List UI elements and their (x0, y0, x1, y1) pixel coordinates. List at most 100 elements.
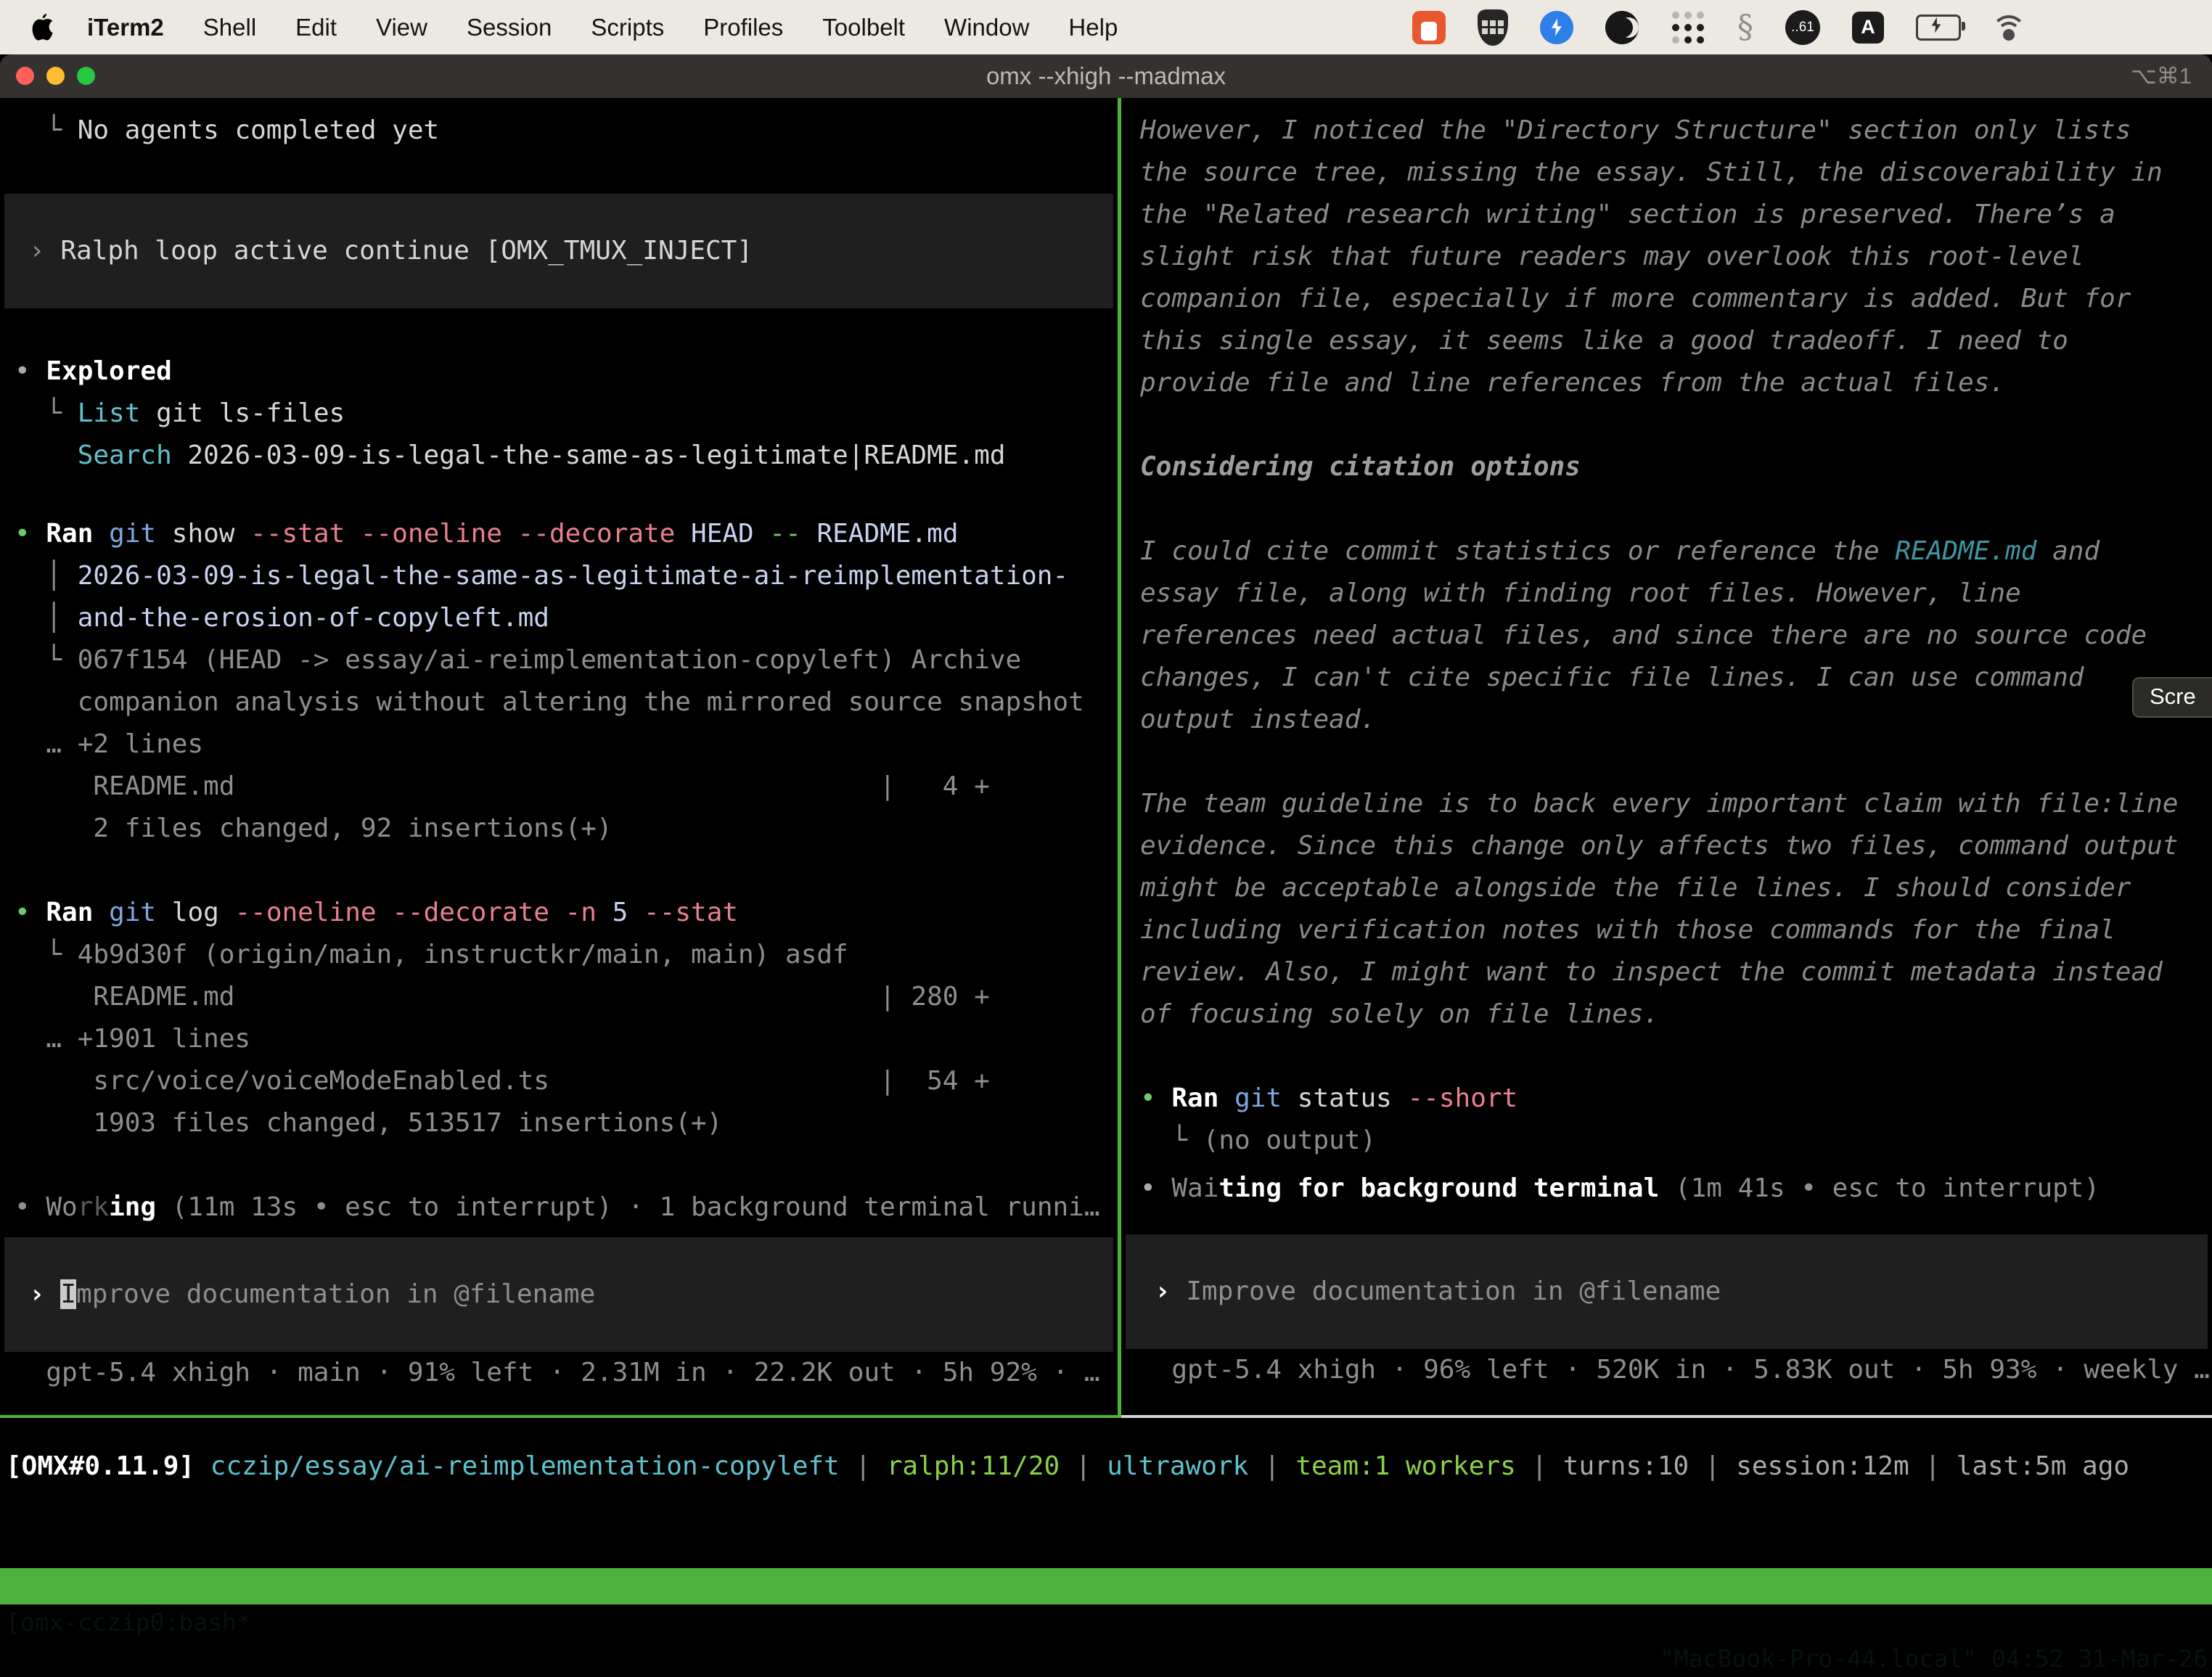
terminal-line: • Ran git show --stat --oneline --decora… (0, 513, 1118, 555)
omx-segment: session:12m (1736, 1451, 1909, 1481)
window-title: omx --xhigh --madmax (0, 54, 2212, 98)
terminal-line (1121, 741, 2212, 783)
menu-scripts[interactable]: Scripts (591, 14, 664, 41)
terminal-line: of focusing solely on file lines. (1121, 993, 2212, 1036)
omx-segment: ultrawork (1107, 1451, 1248, 1481)
terminal-line: output instead. (1121, 699, 2212, 741)
terminal-line: │ 2026-03-09-is-legal-the-same-as-legiti… (0, 555, 1118, 597)
terminal-line: might be acceptable alongside the file l… (1121, 867, 2212, 909)
pane-border-bottom-active (0, 1415, 1121, 1418)
menu-profiles[interactable]: Profiles (703, 14, 783, 41)
menu-toolbelt[interactable]: Toolbelt (822, 14, 905, 41)
terminal-line: └ 4b9d30f (origin/main, instructkr/main,… (0, 934, 1118, 976)
terminal-line: 1903 files changed, 513517 insertions(+) (0, 1102, 1118, 1144)
terminal-line: 2 files changed, 92 insertions(+) (0, 808, 1118, 850)
inject-prompt[interactable]: › Ralph loop active continue [OMX_TMUX_I… (4, 194, 1113, 308)
terminal-line (0, 152, 1118, 194)
terminal-line: └ 067f154 (HEAD -> essay/ai-reimplementa… (0, 639, 1118, 681)
menu-shell[interactable]: Shell (203, 14, 256, 41)
terminal-line (0, 308, 1118, 350)
omx-segment: cczip/essay/ai-reimplementation-copyleft (210, 1451, 840, 1481)
terminal-line: essay file, along with finding root file… (1121, 573, 2212, 615)
terminal-line: The team guideline is to back every impo… (1121, 783, 2212, 825)
terminal-line (0, 1144, 1118, 1186)
apple-menu-icon[interactable] (32, 14, 54, 41)
sync-icon[interactable] (1540, 11, 1573, 44)
tmux-host-clock: "MacBook-Pro-44.local" 04:52 31-Mar-26 (1660, 1641, 2208, 1677)
omx-segment: | (1909, 1451, 1957, 1481)
terminal-line: • Ran git log --oneline --decorate -n 5 … (0, 892, 1118, 934)
terminal-line: › Improve documentation in @filename (15, 1274, 1113, 1316)
omx-segment: team:1 workers (1295, 1451, 1515, 1481)
wifi-icon[interactable] (1993, 15, 2025, 40)
menubar-status-icons: § ..61 A (1412, 0, 2025, 54)
omx-segment: | (840, 1451, 887, 1481)
terminal-line: README.md | 280 + (0, 976, 1118, 1018)
tmux-session-name[interactable]: [omx-cczip0:bash* (6, 1604, 251, 1641)
terminal-line (1121, 488, 2212, 530)
terminal-line: │ and-the-erosion-of-copyleft.md (0, 597, 1118, 639)
terminal-line: references need actual files, and since … (1121, 615, 2212, 657)
battery-icon[interactable] (1916, 15, 1961, 41)
omx-segment: | (1248, 1451, 1295, 1481)
terminal-line: changes, I can't cite specific file line… (1121, 657, 2212, 699)
pane-border-bottom-inactive (1121, 1415, 2212, 1418)
moon-icon[interactable] (1605, 11, 1639, 44)
input-source-icon[interactable]: A (1852, 12, 1884, 44)
terminal-line: README.md | 4 + (0, 766, 1118, 808)
menu-session[interactable]: Session (467, 14, 552, 41)
omx-segment: turns:10 (1563, 1451, 1689, 1481)
terminal-line: src/voice/voiceModeEnabled.ts | 54 + (0, 1060, 1118, 1102)
terminal-line: • Explored (0, 350, 1118, 393)
menu-help[interactable]: Help (1068, 14, 1118, 41)
omx-segment: | (1516, 1451, 1563, 1481)
chat-icon[interactable] (1412, 11, 1446, 44)
menu-edit[interactable]: Edit (295, 14, 337, 41)
terminal-line: › Improve documentation in @filename (1136, 1271, 2208, 1313)
terminal: └ No agents completed yet › Ralph loop a… (0, 98, 2212, 1418)
window-shortcut: ⌥⌘1 (2131, 54, 2192, 98)
menu-window[interactable]: Window (944, 14, 1029, 41)
tmux-pane-right[interactable]: However, I noticed the "Directory Struct… (1121, 98, 2212, 1415)
dots-grid-icon[interactable] (1671, 10, 1705, 45)
battery-percent-icon[interactable]: ..61 (1785, 10, 1820, 45)
terminal-line: Considering citation options (1121, 446, 2212, 488)
shield-icon[interactable] (1478, 9, 1508, 46)
menu-iterm2[interactable]: iTerm2 (87, 14, 164, 41)
terminal-line: I could cite commit statistics or refere… (1121, 530, 2212, 573)
command-input[interactable]: › Improve documentation in @filename (4, 1237, 1113, 1352)
menu-view[interactable]: View (376, 14, 427, 41)
terminal-line: the source tree, missing the essay. Stil… (1121, 152, 2212, 194)
tmux-status-bar: [omx-cczip0:bash* "MacBook-Pro-44.local"… (0, 1568, 2212, 1604)
terminal-line: review. Also, I might want to inspect th… (1121, 951, 2212, 993)
omx-segment: ralph:11/20 (887, 1451, 1060, 1481)
terminal-line: companion file, especially if more comme… (1121, 278, 2212, 320)
terminal-line: › Ralph loop active continue [OMX_TMUX_I… (15, 230, 1113, 272)
terminal-line (1121, 404, 2212, 446)
omx-status-bar: [OMX#0.11.9] cczip/essay/ai-reimplementa… (6, 1446, 2129, 1488)
terminal-line: companion analysis without altering the … (0, 681, 1118, 723)
notification-toast[interactable]: Scre (2132, 677, 2212, 718)
omx-segment: [OMX#0.11.9] (6, 1451, 210, 1481)
terminal-line: • Waiting for background terminal (1m 41… (1121, 1168, 2212, 1210)
omx-segment: last:5m ago (1957, 1451, 2129, 1481)
squiggle-icon[interactable]: § (1737, 9, 1753, 46)
terminal-line: gpt-5.4 xhigh · 96% left · 520K in · 5.8… (1121, 1349, 2212, 1391)
terminal-line: Search 2026-03-09-is-legal-the-same-as-l… (0, 435, 1118, 477)
terminal-line: evidence. Since this change only affects… (1121, 825, 2212, 867)
terminal-line: However, I noticed the "Directory Struct… (1121, 110, 2212, 152)
command-input[interactable]: › Improve documentation in @filename (1126, 1234, 2208, 1349)
tmux-pane-left[interactable]: └ No agents completed yet › Ralph loop a… (0, 98, 1118, 1415)
omx-segment: | (1689, 1451, 1736, 1481)
menu-items: Shell Edit View Session Scripts Profiles Toolb… (203, 14, 1158, 41)
terminal-line: including verification notes with those … (1121, 909, 2212, 951)
terminal-line: slight risk that future readers may over… (1121, 236, 2212, 278)
omx-segment: | (1060, 1451, 1107, 1481)
terminal-line: └ (no output) (1121, 1120, 2212, 1162)
terminal-line: gpt-5.4 xhigh · main · 91% left · 2.31M … (0, 1352, 1118, 1394)
window-titlebar: omx --xhigh --madmax ⌥⌘1 (0, 54, 2212, 98)
terminal-line: the "Related research writing" section i… (1121, 194, 2212, 236)
terminal-line: this single essay, it seems like a good … (1121, 320, 2212, 362)
menu-bar: iTerm2 Shell Edit View Session Scripts Profil… (0, 0, 2212, 54)
terminal-line: … +2 lines (0, 723, 1118, 766)
